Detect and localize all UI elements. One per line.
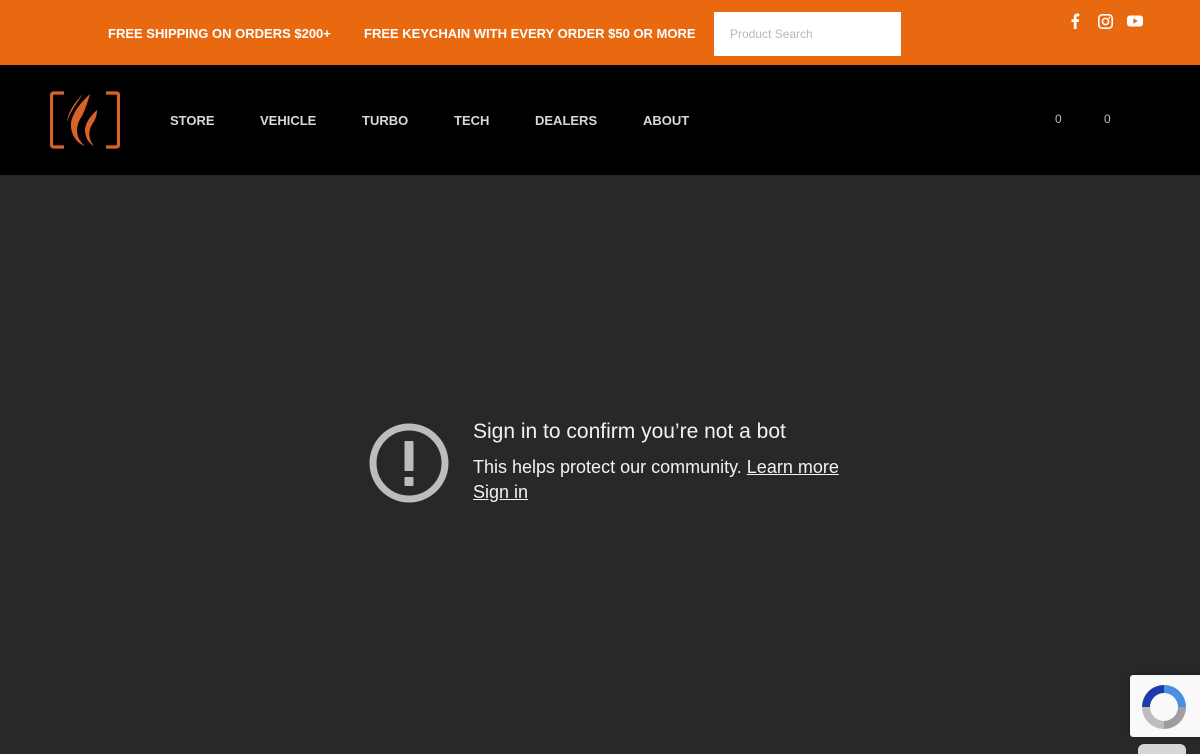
- youtube-icon[interactable]: [1126, 12, 1144, 30]
- brand-logo[interactable]: [49, 90, 121, 150]
- learn-more-link[interactable]: Learn more: [747, 457, 839, 477]
- nav-vehicle[interactable]: VEHICLE: [260, 113, 316, 128]
- promo-bar: FREE SHIPPING ON ORDERS $200+ FREE KEYCH…: [0, 0, 1200, 65]
- facebook-icon[interactable]: [1066, 12, 1084, 30]
- recaptcha-badge[interactable]: [1130, 675, 1200, 737]
- free-keychain-text: FREE KEYCHAIN WITH EVERY ORDER $50 OR MO…: [364, 26, 696, 41]
- notice-subtitle-text: This helps protect our community.: [473, 457, 742, 477]
- alert-icon: [369, 423, 449, 503]
- recaptcha-icon: [1142, 685, 1186, 729]
- nav-turbo[interactable]: TURBO: [362, 113, 408, 128]
- nav-dealers[interactable]: DEALERS: [535, 113, 597, 128]
- bottom-tab-handle[interactable]: [1138, 744, 1186, 754]
- nav-tech[interactable]: TECH: [454, 113, 489, 128]
- wishlist-count[interactable]: 0: [1055, 112, 1062, 126]
- cart-count[interactable]: 0: [1104, 112, 1111, 126]
- nav-store[interactable]: STORE: [170, 113, 215, 128]
- sign-in-link[interactable]: Sign in: [473, 482, 528, 503]
- notice-subtitle: This helps protect our community. Learn …: [473, 457, 839, 478]
- product-search-input[interactable]: [714, 12, 901, 56]
- main-nav: STORE VEHICLE TURBO TECH DEALERS ABOUT 0…: [0, 65, 1200, 175]
- notice-title: Sign in to confirm you’re not a bot: [473, 420, 786, 443]
- instagram-icon[interactable]: [1096, 12, 1114, 30]
- free-shipping-text: FREE SHIPPING ON ORDERS $200+: [108, 26, 331, 41]
- nav-about[interactable]: ABOUT: [643, 113, 689, 128]
